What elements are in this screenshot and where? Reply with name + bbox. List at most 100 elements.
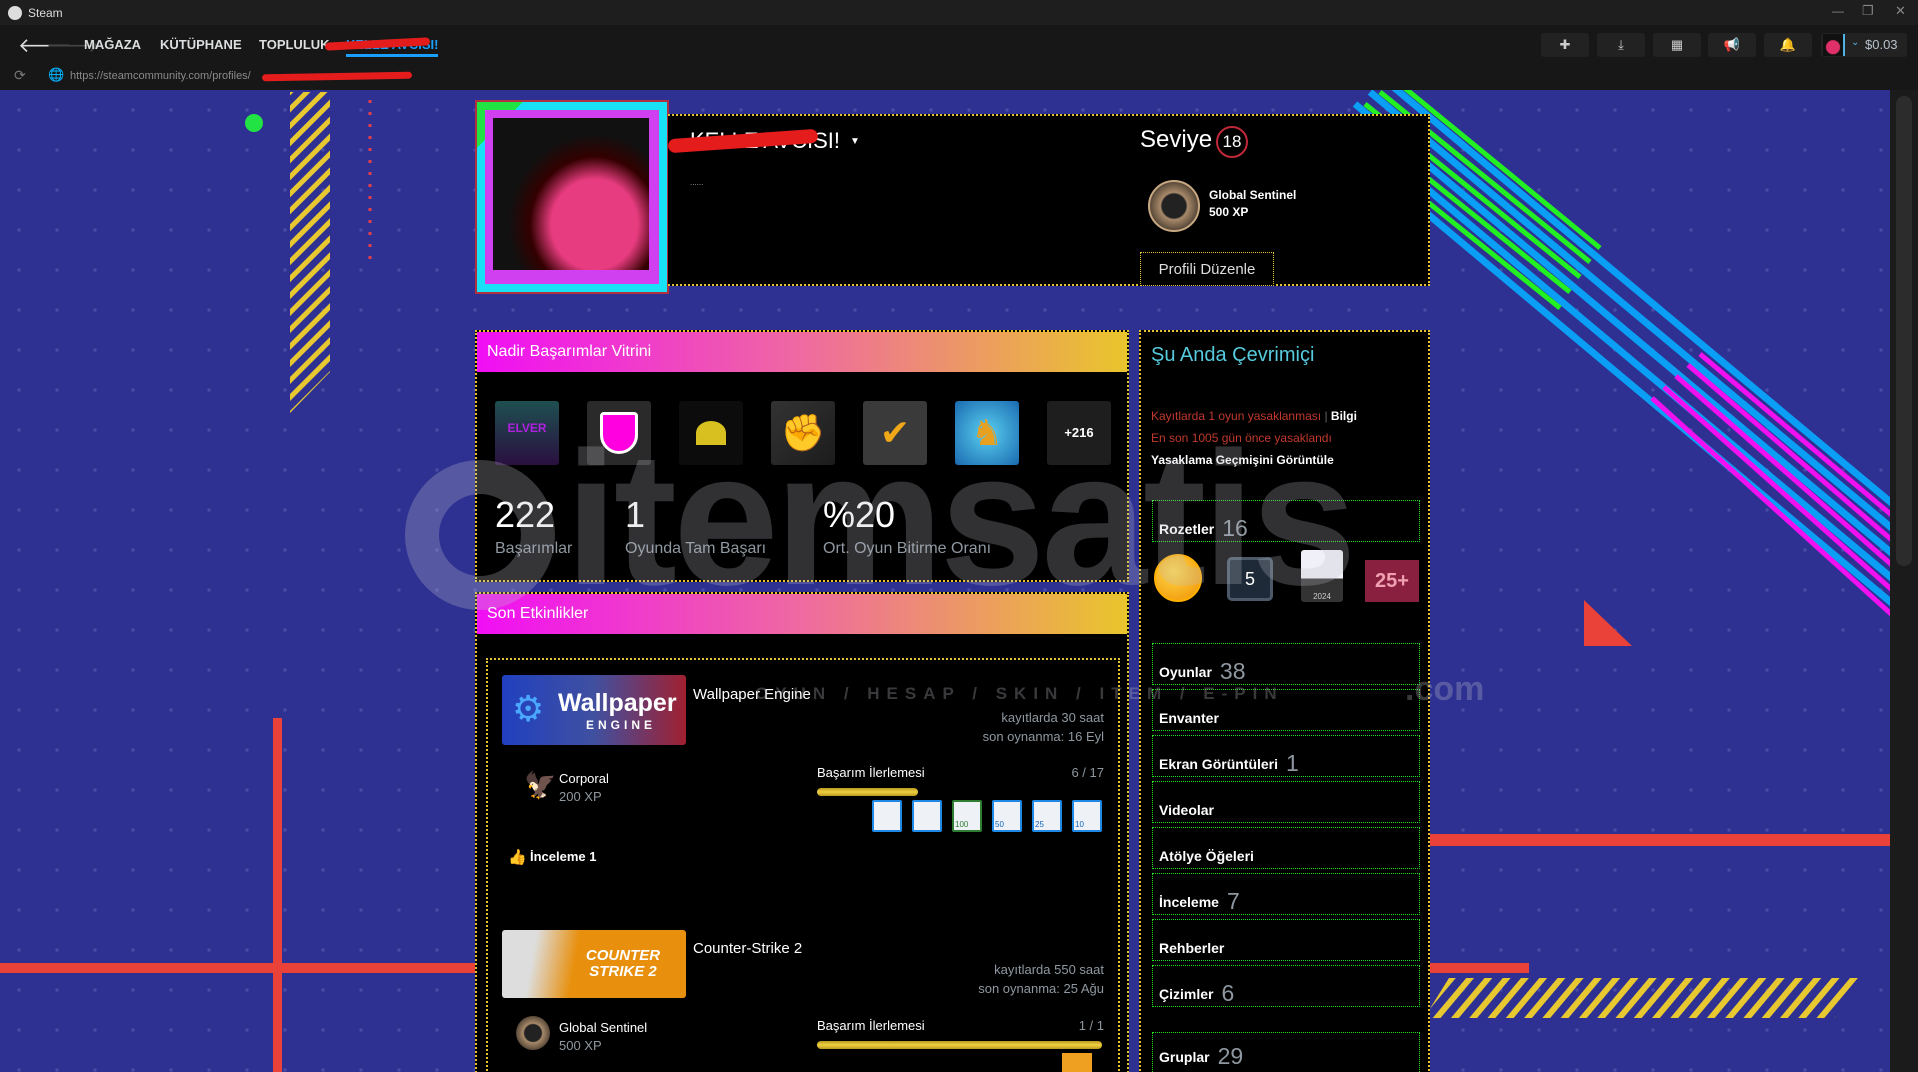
wallet-balance: $0.03 bbox=[1865, 37, 1898, 52]
game-badge-xp: 500 XP bbox=[559, 1038, 602, 1053]
nav-store[interactable]: MAĞAZA bbox=[84, 37, 141, 52]
gold-coin-badge-icon[interactable] bbox=[1154, 554, 1202, 602]
achievement-small-icon[interactable]: 25 bbox=[1032, 800, 1062, 832]
more-achievements-button[interactable]: +216 bbox=[1047, 401, 1111, 465]
link-count: 38 bbox=[1219, 658, 1246, 684]
url-text[interactable]: https://steamcommunity.com/profiles/ bbox=[70, 70, 251, 82]
download-icon: ⤓ bbox=[1618, 37, 1624, 52]
announcements-button[interactable]: 📢 bbox=[1708, 33, 1756, 57]
achievement-progress-bar bbox=[817, 1041, 1102, 1049]
account-menu[interactable]: ⌄ $0.03 bbox=[1821, 33, 1907, 57]
achievement-icon[interactable]: ELVER bbox=[495, 401, 559, 465]
profile-sidebar: Şu Anda Çevrimiçi Kayıtlarda 1 oyun yasa… bbox=[1139, 330, 1430, 1072]
badge-xp: 500 XP bbox=[1209, 205, 1249, 219]
achievement-small-icon[interactable] bbox=[872, 800, 902, 832]
achievement-small-icon[interactable]: 50 bbox=[992, 800, 1022, 832]
eagle-badge-icon: 🦅 bbox=[524, 770, 557, 800]
red-triangle bbox=[1584, 600, 1632, 646]
sidebar-link[interactable]: Videolar bbox=[1152, 781, 1420, 823]
scrollbar-thumb[interactable] bbox=[1896, 96, 1912, 566]
yellow-stripe-bar bbox=[290, 92, 330, 413]
ban-history-link[interactable]: Yasaklama Geçmişini Görüntüle bbox=[1151, 449, 1357, 471]
profile-header: KELLE AVCISI! ▼ ...... Seviye 18 Global … bbox=[667, 114, 1430, 286]
sidebar-link[interactable]: Ekran Görüntüleri 1 bbox=[1152, 735, 1420, 777]
game-hours: kayıtlarda 550 saat bbox=[994, 962, 1104, 977]
nav-library[interactable]: KÜTÜPHANE bbox=[160, 37, 242, 52]
review-link[interactable]: İnceleme 1 bbox=[530, 849, 597, 864]
link-label: Çizimler bbox=[1159, 986, 1214, 1002]
badges-link[interactable]: Rozetler 16 bbox=[1152, 500, 1420, 542]
groups-link[interactable]: Gruplar 29 bbox=[1152, 1032, 1420, 1072]
close-button[interactable]: ✕ bbox=[1895, 3, 1906, 19]
sidebar-link[interactable]: Çizimler 6 bbox=[1152, 965, 1420, 1007]
steam-logo-icon bbox=[8, 5, 22, 20]
sidebar-link[interactable]: Rehberler bbox=[1152, 919, 1420, 961]
level-25-badge-icon[interactable]: 25+ bbox=[1365, 560, 1419, 602]
plus-icon: ✚ bbox=[1559, 37, 1571, 52]
ban-date: En son 1005 gün önce yasaklandı bbox=[1151, 431, 1332, 445]
green-dot bbox=[245, 114, 263, 132]
stat-label: Ort. Oyun Bitirme Oranı bbox=[823, 540, 992, 557]
capsule-title: Wallpaper bbox=[558, 689, 677, 717]
game-last-played: son oynanma: 16 Eyl bbox=[982, 729, 1104, 744]
game-last-played: son oynanma: 25 Ağu bbox=[978, 981, 1104, 996]
url-bar: ⟳ 🌐 https://steamcommunity.com/profiles/ bbox=[0, 64, 1918, 90]
recent-activity: Son Etkinlikler ⚙ Wallpaper ENGINE Wallp… bbox=[475, 592, 1129, 1072]
wallpaper-engine-capsule[interactable]: ⚙ Wallpaper ENGINE bbox=[502, 675, 686, 745]
game-title[interactable]: Wallpaper Engine bbox=[693, 686, 811, 703]
checkmark-achievement-icon[interactable]: ✔ bbox=[863, 401, 927, 465]
link-label: Envanter bbox=[1159, 710, 1219, 726]
link-label: Oyunlar bbox=[1159, 664, 1212, 680]
link-count: 1 bbox=[1286, 750, 1299, 776]
refresh-icon[interactable]: ⟳ bbox=[14, 67, 26, 84]
sidebar-link[interactable]: Envanter bbox=[1152, 689, 1420, 731]
fist-achievement-icon[interactable]: ✊ bbox=[771, 401, 835, 465]
ban-info-link[interactable]: Bilgi bbox=[1331, 409, 1357, 423]
sidebar-link[interactable]: İnceleme 7 bbox=[1152, 873, 1420, 915]
friends-button[interactable]: ▦ bbox=[1653, 33, 1701, 57]
downloads-button[interactable]: ⤓ bbox=[1597, 33, 1645, 57]
years-badge-icon[interactable]: 5 bbox=[1227, 557, 1273, 601]
achievement-small-icon[interactable]: 100 bbox=[952, 800, 982, 832]
stat-value: 1 bbox=[625, 494, 646, 535]
game-badge-name: Corporal bbox=[559, 771, 609, 786]
shield-achievement-icon[interactable] bbox=[587, 401, 651, 465]
window-titlebar: Steam — ❐ ✕ bbox=[0, 0, 1918, 25]
minimize-button[interactable]: — bbox=[1832, 4, 1844, 18]
link-label: Gruplar bbox=[1159, 1049, 1210, 1065]
soldier-achievement-icon[interactable]: ♞ bbox=[955, 401, 1019, 465]
bell-icon: 🔔 bbox=[1779, 37, 1797, 52]
gear-icon: ⚙ bbox=[512, 688, 545, 729]
mail-badge-icon[interactable]: 2024 bbox=[1301, 550, 1343, 602]
ban-count: Kayıtlarda 1 oyun yasaklanması bbox=[1151, 409, 1322, 423]
stat-value: %20 bbox=[823, 494, 896, 535]
link-label: Videolar bbox=[1159, 802, 1214, 818]
profile-background: KELLE AVCISI! ▼ ...... Seviye 18 Global … bbox=[0, 90, 1890, 1072]
achievement-small-icon[interactable]: 10 bbox=[1072, 800, 1102, 832]
thumbs-up-icon: 👍 bbox=[508, 849, 527, 866]
sidebar-link[interactable]: Oyunlar 38 bbox=[1152, 643, 1420, 685]
showcase-title: Nadir Başarımlar Vitrini bbox=[477, 332, 1127, 372]
nav-community[interactable]: TOPLULUK bbox=[259, 37, 330, 52]
edit-profile-button[interactable]: Profili Düzenle bbox=[1140, 252, 1274, 286]
achievement-icon[interactable] bbox=[679, 401, 743, 465]
separator: | bbox=[1324, 409, 1328, 423]
profile-summary: ...... bbox=[690, 178, 704, 187]
avatar-frame bbox=[475, 100, 669, 294]
notifications-button[interactable]: 🔔 bbox=[1764, 33, 1812, 57]
progress-label: Başarım İlerlemesi bbox=[817, 765, 925, 780]
achievement-small-icon[interactable] bbox=[912, 800, 942, 832]
red-vertical-line bbox=[273, 718, 282, 1072]
counter-strike-2-capsule[interactable]: COUNTER STRIKE 2 bbox=[502, 930, 686, 998]
cs2-achievement-icon[interactable] bbox=[1062, 1053, 1092, 1072]
red-horizontal-line-right-lower bbox=[1429, 963, 1529, 973]
sidebar-link[interactable]: Atölye Öğeleri bbox=[1152, 827, 1420, 869]
name-dropdown-icon[interactable]: ▼ bbox=[850, 136, 860, 147]
chevron-down-icon: ⌄ bbox=[1851, 37, 1860, 48]
stat-value: 222 bbox=[495, 494, 556, 535]
restore-button[interactable]: ❐ bbox=[1862, 3, 1874, 19]
game-title[interactable]: Counter-Strike 2 bbox=[693, 940, 802, 957]
add-friend-button[interactable]: ✚ bbox=[1541, 33, 1589, 57]
avatar-image[interactable] bbox=[493, 118, 649, 270]
activity-title: Son Etkinlikler bbox=[477, 594, 1127, 634]
